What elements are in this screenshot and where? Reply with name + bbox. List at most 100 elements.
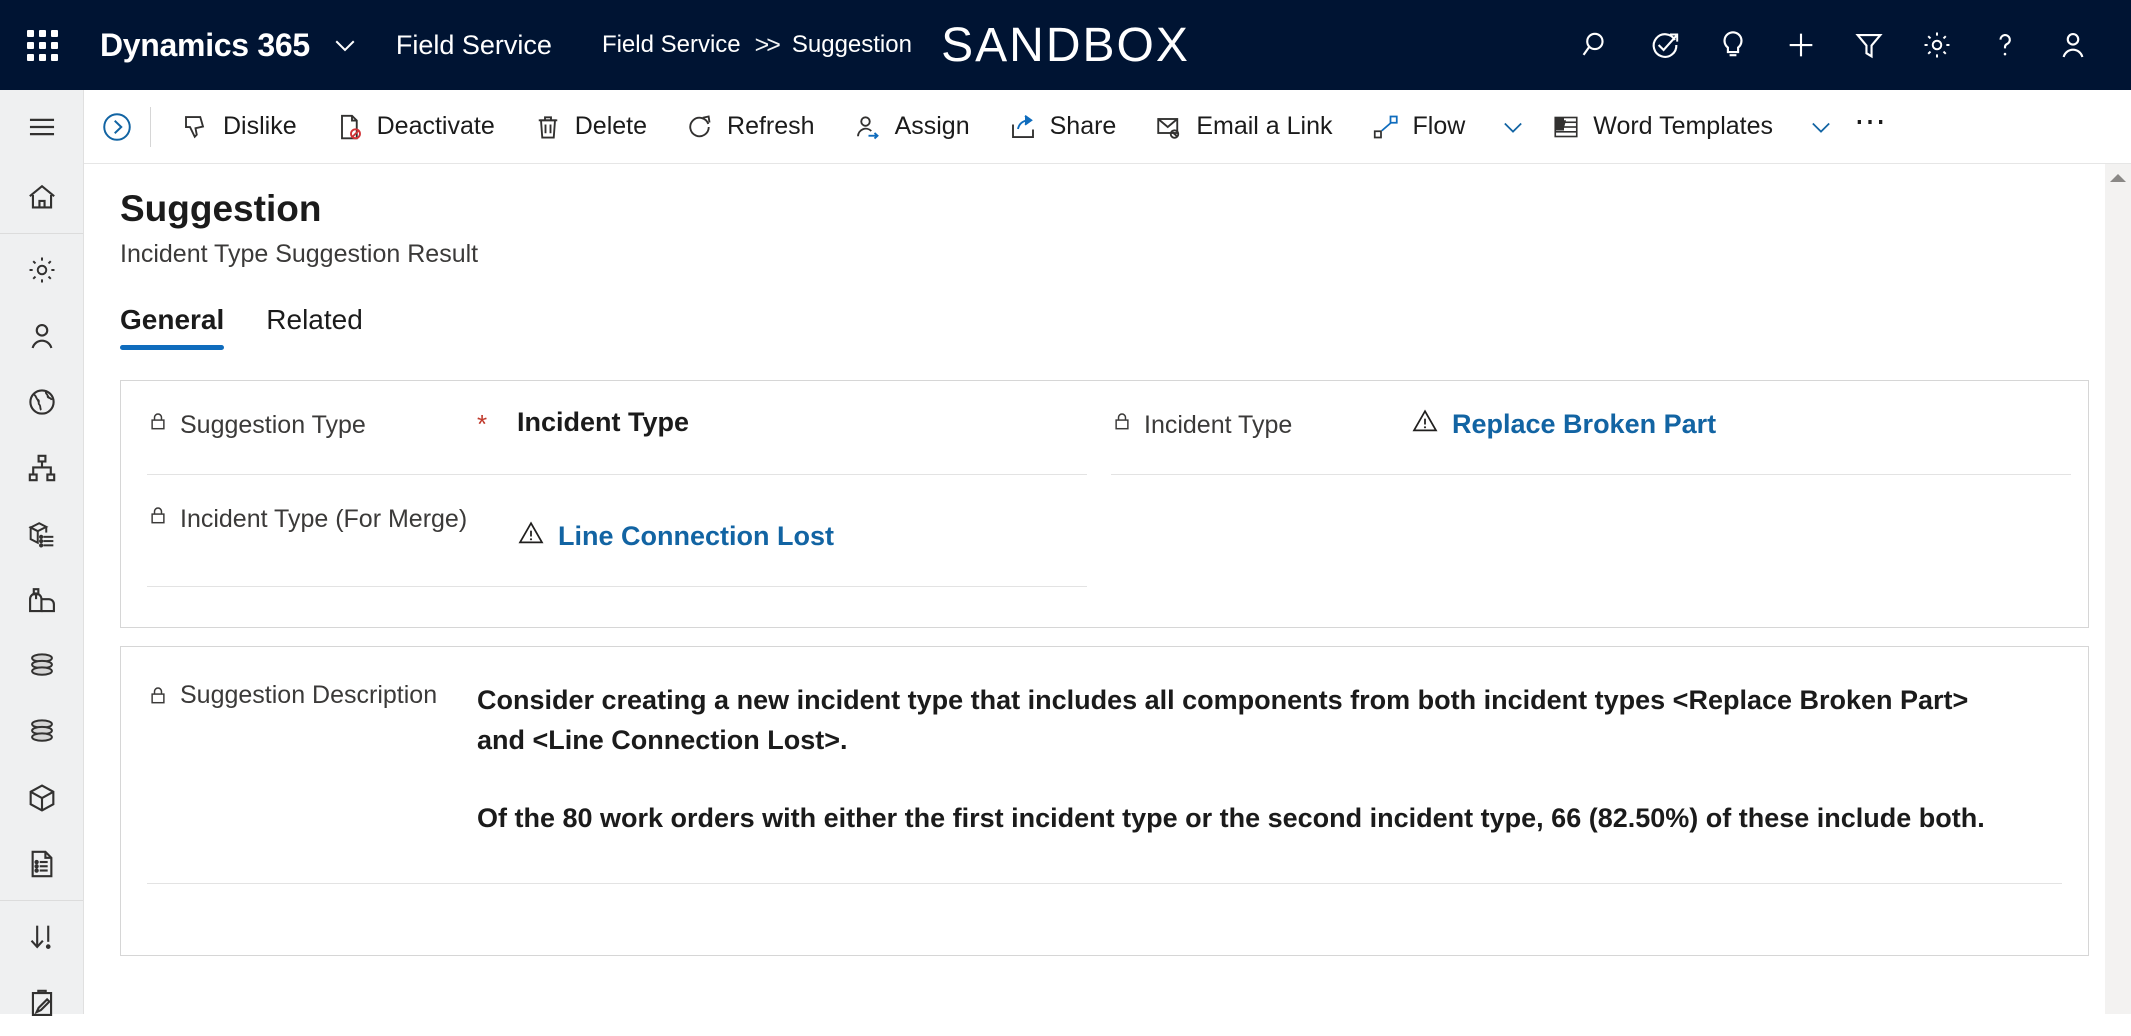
tab-strip: General Related [120, 304, 405, 350]
assign-person-icon [851, 112, 885, 142]
incident-type-merge-link[interactable]: Line Connection Lost [517, 519, 834, 554]
word-templates-chevron-down-icon[interactable] [1791, 113, 1839, 141]
gear-icon[interactable] [1903, 0, 1971, 90]
breadcrumb-current[interactable]: Suggestion [792, 31, 912, 59]
home-icon[interactable] [0, 164, 84, 230]
svg-text:W: W [1557, 119, 1566, 129]
email-a-link-label: Email a Link [1196, 112, 1333, 140]
field-value-incident-type[interactable]: Replace Broken Part [1411, 381, 2071, 442]
page-title: Suggestion [120, 188, 322, 229]
refresh-button[interactable]: Refresh [665, 90, 833, 164]
delete-label: Delete [574, 112, 648, 140]
clipboard-pencil-icon[interactable] [0, 970, 84, 1036]
warning-triangle-icon [517, 519, 545, 554]
dislike-label: Dislike [223, 112, 297, 140]
app-launcher-button[interactable] [0, 0, 84, 90]
field-label-text: Incident Type [1144, 411, 1293, 439]
field-label-suggestion-type: Suggestion Type [147, 381, 477, 444]
tab-related[interactable]: Related [266, 304, 363, 350]
delete-button[interactable]: Delete [513, 90, 665, 164]
general-fields-card: Suggestion Type * Incident Type Incident… [120, 380, 2089, 628]
chevron-down-icon[interactable] [330, 30, 360, 60]
incident-type-link[interactable]: Replace Broken Part [1411, 407, 1716, 442]
tab-general[interactable]: General [120, 304, 225, 350]
main-content-area: Suggestion Incident Type Suggestion Resu… [84, 164, 2131, 1014]
globe-icon[interactable] [0, 369, 84, 435]
chevron-right-circle-icon[interactable] [84, 90, 150, 164]
hierarchy-icon[interactable] [0, 435, 84, 501]
breadcrumb-separator-icon: >> [754, 30, 781, 59]
field-label-suggestion-description: Suggestion Description [147, 681, 477, 713]
rail-divider [0, 233, 83, 234]
command-bar: Dislike Deactivate Delete Refresh Assign… [84, 90, 2131, 164]
scroll-up-arrow-icon[interactable] [2105, 172, 2131, 184]
word-templates-button[interactable]: W Word Templates [1531, 90, 1791, 164]
top-nav-icon-group [1563, 0, 2131, 90]
brand-title[interactable]: Dynamics 365 [100, 27, 310, 64]
hamburger-icon[interactable] [0, 90, 84, 164]
field-underline [147, 883, 2062, 884]
field-label-incident-type: Incident Type [1111, 381, 1411, 444]
field-value-incident-type-for-merge[interactable]: Line Connection Lost [517, 475, 1087, 554]
refresh-icon [683, 112, 717, 142]
import-icon[interactable] [0, 904, 84, 970]
person-icon[interactable] [0, 303, 84, 369]
mailbox-icon[interactable] [0, 567, 84, 633]
command-divider [150, 106, 151, 147]
fields-right-column: Incident Type Replace Broken Part [1111, 381, 2071, 475]
database-icon[interactable] [0, 633, 84, 699]
gear-icon[interactable] [0, 237, 84, 303]
email-a-link-button[interactable]: Email a Link [1134, 90, 1350, 164]
lock-icon [147, 410, 169, 439]
flow-label: Flow [1412, 112, 1466, 140]
vertical-scrollbar[interactable] [2105, 164, 2131, 1014]
person-icon[interactable] [2039, 0, 2107, 90]
database-icon[interactable] [0, 699, 84, 765]
assistant-icon[interactable] [1631, 0, 1699, 90]
rail-divider [0, 900, 83, 901]
search-icon[interactable] [1563, 0, 1631, 90]
flow-chevron-down-icon[interactable] [1483, 113, 1531, 141]
field-incident-type[interactable]: Incident Type Replace Broken Part [1111, 381, 2071, 475]
lock-icon [147, 504, 169, 533]
field-label-incident-type-for-merge: Incident Type (For Merge) [147, 475, 477, 538]
breadcrumb-root[interactable]: Field Service [602, 31, 741, 59]
lock-icon [1111, 410, 1133, 439]
lightbulb-icon[interactable] [1699, 0, 1767, 90]
incident-type-merge-link-text: Line Connection Lost [558, 521, 834, 551]
assign-button[interactable]: Assign [833, 90, 988, 164]
document-list-icon[interactable] [0, 831, 84, 897]
field-suggestion-type[interactable]: Suggestion Type * Incident Type [147, 381, 1087, 475]
email-link-icon [1152, 112, 1186, 142]
app-name-label[interactable]: Field Service [396, 30, 552, 61]
plus-icon[interactable] [1767, 0, 1835, 90]
deactivate-icon [333, 112, 367, 142]
deactivate-button[interactable]: Deactivate [315, 90, 513, 164]
trash-icon [531, 112, 565, 142]
field-label-text: Suggestion Type [180, 411, 366, 439]
suggestion-description-card: Suggestion Description Consider creating… [120, 646, 2089, 956]
more-commands-button[interactable]: ⋯ [1839, 90, 1903, 164]
flow-button[interactable]: Flow [1351, 90, 1484, 164]
word-template-icon: W [1549, 112, 1583, 142]
question-icon[interactable] [1971, 0, 2039, 90]
required-marker-placeholder [477, 475, 517, 503]
dislike-button[interactable]: Dislike [161, 90, 315, 164]
required-marker: * [477, 409, 488, 439]
description-paragraph-2: Of the 80 work orders with either the fi… [477, 802, 1985, 833]
top-navigation-bar: Dynamics 365 Field Service Field Service… [0, 0, 2131, 90]
field-value-suggestion-type: Incident Type [517, 407, 690, 437]
share-label: Share [1049, 112, 1117, 140]
app-launcher-icon [26, 29, 58, 61]
field-label-text: Incident Type (For Merge) [180, 505, 468, 533]
assign-label: Assign [894, 112, 970, 140]
environment-banner: SANDBOX [941, 18, 1190, 72]
filter-icon[interactable] [1835, 0, 1903, 90]
field-label-text: Suggestion Description [180, 681, 438, 709]
cube-icon[interactable] [0, 765, 84, 831]
share-button[interactable]: Share [988, 90, 1135, 164]
refresh-label: Refresh [727, 112, 815, 140]
box-list-icon[interactable] [0, 501, 84, 567]
thumbs-down-icon [179, 112, 213, 142]
field-incident-type-for-merge[interactable]: Incident Type (For Merge) Line Connectio… [147, 475, 1087, 587]
